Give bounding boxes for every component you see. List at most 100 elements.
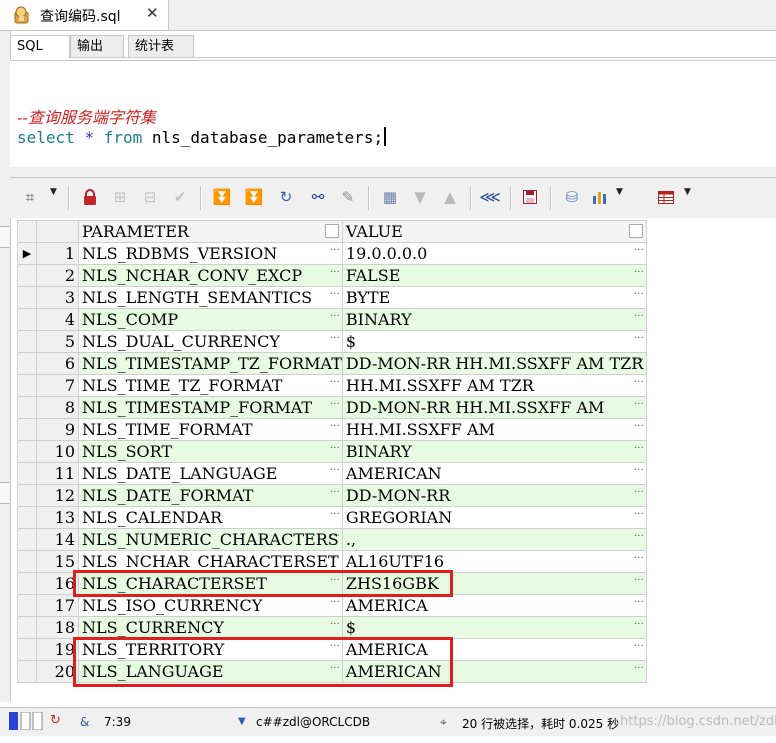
row-indicator-cell[interactable] xyxy=(17,462,37,485)
chevron-down-icon[interactable]: ▼ xyxy=(684,187,691,197)
tab-sql[interactable]: SQL xyxy=(10,35,70,58)
row-indicator-cell[interactable] xyxy=(17,396,37,419)
cell-value[interactable]: $… xyxy=(341,330,647,353)
row-number[interactable]: 5 xyxy=(36,330,79,353)
row-number[interactable]: 12 xyxy=(36,484,79,507)
tab-output[interactable]: 输出 xyxy=(70,35,124,57)
table-view-icon[interactable] xyxy=(654,185,678,209)
column-filter-button[interactable] xyxy=(628,224,643,238)
cell-editor-button[interactable]: … xyxy=(634,508,644,517)
cell-editor-button[interactable]: … xyxy=(634,618,644,627)
row-number[interactable]: 7 xyxy=(36,374,79,397)
row-indicator-cell[interactable] xyxy=(17,528,37,551)
cell-editor-button[interactable]: … xyxy=(330,486,340,495)
cell-value[interactable]: DD-MON-RR HH.MI.SSXFF AM… xyxy=(341,396,647,419)
row-indicator-cell[interactable] xyxy=(17,308,37,331)
row-number[interactable]: 1 xyxy=(36,242,79,265)
cell-value[interactable]: BINARY… xyxy=(341,308,647,331)
table-row[interactable]: 8 NLS_TIMESTAMP_FORMAT… DD-MON-RR HH.MI.SS… xyxy=(17,396,647,419)
query-by-example-icon[interactable]: ▦ xyxy=(378,185,402,209)
cell-parameter[interactable]: NLS_DUAL_CURRENCY… xyxy=(78,330,343,353)
table-row[interactable]: 14 NLS_NUMERIC_CHARACTERS….,… xyxy=(17,528,647,551)
cell-editor-button[interactable]: … xyxy=(330,508,340,517)
cell-editor-button[interactable]: … xyxy=(330,618,340,627)
next-record-icon[interactable]: ▼ xyxy=(408,185,432,209)
row-number[interactable]: 14 xyxy=(36,528,79,551)
cell-editor-button[interactable]: … xyxy=(634,662,644,671)
sql-editor[interactable]: --查询服务端字符集 select * from nls_database_pa… xyxy=(10,60,776,168)
cell-editor-button[interactable]: … xyxy=(634,552,644,561)
cell-parameter[interactable]: NLS_TIME_FORMAT… xyxy=(78,418,343,441)
cell-editor-button[interactable]: … xyxy=(330,398,340,407)
row-indicator-cell[interactable] xyxy=(17,572,37,595)
row-number[interactable]: 11 xyxy=(36,462,79,485)
row-number[interactable]: 18 xyxy=(36,616,79,639)
file-tab[interactable]: 查询编码.sql ✕ xyxy=(0,0,169,30)
table-row[interactable]: 4 NLS_COMP… BINARY… xyxy=(17,308,647,331)
row-indicator-cell[interactable] xyxy=(17,506,37,529)
cell-parameter[interactable]: NLS_RDBMS_VERSION… xyxy=(78,242,343,265)
row-indicator-cell[interactable] xyxy=(17,660,37,683)
close-icon[interactable]: ✕ xyxy=(146,4,159,22)
row-indicator-cell[interactable] xyxy=(17,594,37,617)
post-changes-icon[interactable]: ✔ xyxy=(168,185,192,209)
table-row[interactable]: 12 NLS_DATE_FORMAT… DD-MON-RR… xyxy=(17,484,647,507)
cell-parameter[interactable]: NLS_LENGTH_SEMANTICS… xyxy=(78,286,343,309)
cell-editor-button[interactable]: … xyxy=(634,596,644,605)
row-indicator-cell[interactable] xyxy=(17,330,37,353)
cell-parameter[interactable]: NLS_NCHAR_CONV_EXCP… xyxy=(78,264,343,287)
delete-row-icon[interactable]: ⊟ xyxy=(138,185,162,209)
table-row[interactable]: 3 NLS_LENGTH_SEMANTICS… BYTE… xyxy=(17,286,647,309)
cell-value[interactable]: HH.MI.SSXFF AM… xyxy=(341,418,647,441)
cell-editor-button[interactable]: … xyxy=(330,442,340,451)
cell-value[interactable]: DD-MON-RR HH.MI.SSXFF AM TZR… xyxy=(341,352,647,375)
connection-label[interactable]: c##zdl@ORCLCDB xyxy=(256,715,370,729)
table-row[interactable]: 10 NLS_SORT… BINARY… xyxy=(17,440,647,463)
cell-editor-button[interactable]: … xyxy=(330,530,340,539)
row-number[interactable]: 10 xyxy=(36,440,79,463)
cell-value[interactable]: HH.MI.SSXFF AM TZR… xyxy=(341,374,647,397)
cell-editor-button[interactable]: … xyxy=(330,354,340,363)
cell-editor-button[interactable]: … xyxy=(330,464,340,473)
row-number[interactable]: 9 xyxy=(36,418,79,441)
cell-editor-button[interactable]: … xyxy=(634,310,644,319)
row-indicator-cell[interactable] xyxy=(17,286,37,309)
grid-mode-icon[interactable]: ⌗ xyxy=(18,185,42,209)
cell-parameter[interactable]: NLS_DATE_FORMAT… xyxy=(78,484,343,507)
cell-editor-button[interactable]: … xyxy=(634,354,644,363)
cell-editor-button[interactable]: … xyxy=(330,266,340,275)
cell-editor-button[interactable]: … xyxy=(634,574,644,583)
clear-eraser-icon[interactable]: ✎ xyxy=(336,185,360,209)
cell-value[interactable]: GREGORIAN… xyxy=(341,506,647,529)
row-number[interactable]: 13 xyxy=(36,506,79,529)
tab-statistics[interactable]: 统计表 xyxy=(128,35,194,57)
cell-editor-button[interactable]: … xyxy=(634,332,644,341)
cell-editor-button[interactable]: … xyxy=(634,376,644,385)
find-binoculars-icon[interactable]: ⚯ xyxy=(306,185,330,209)
cell-value[interactable]: BINARY… xyxy=(341,440,647,463)
table-row[interactable]: 17 NLS_ISO_CURRENCY… AMERICA… xyxy=(17,594,647,617)
row-indicator-cell[interactable] xyxy=(17,616,37,639)
cell-editor-button[interactable]: … xyxy=(634,266,644,275)
table-row[interactable]: 13 NLS_CALENDAR… GREGORIAN… xyxy=(17,506,647,529)
row-number[interactable]: 3 xyxy=(36,286,79,309)
cell-value[interactable]: AMERICA… xyxy=(341,594,647,617)
row-indicator-cell[interactable] xyxy=(17,638,37,661)
row-indicator-cell[interactable]: ▶ xyxy=(17,242,37,265)
cell-editor-button[interactable]: … xyxy=(634,442,644,451)
table-row[interactable]: 9 NLS_TIME_FORMAT… HH.MI.SSXFF AM… xyxy=(17,418,647,441)
cell-editor-button[interactable]: … xyxy=(330,310,340,319)
cell-value[interactable]: 19.0.0.0.0… xyxy=(341,242,647,265)
previous-record-icon[interactable]: ▲ xyxy=(438,185,462,209)
lock-icon[interactable] xyxy=(78,185,102,209)
cell-editor-button[interactable]: … xyxy=(330,552,340,561)
table-row[interactable]: 11 NLS_DATE_LANGUAGE… AMERICAN… xyxy=(17,462,647,485)
chevron-down-icon[interactable]: ▼ xyxy=(616,187,623,197)
row-indicator-cell[interactable] xyxy=(17,440,37,463)
cell-parameter[interactable]: NLS_SORT… xyxy=(78,440,343,463)
cell-parameter[interactable]: NLS_COMP… xyxy=(78,308,343,331)
cell-parameter[interactable]: NLS_ISO_CURRENCY… xyxy=(78,594,343,617)
row-number[interactable]: 8 xyxy=(36,396,79,419)
row-indicator-cell[interactable] xyxy=(17,374,37,397)
cell-editor-button[interactable]: … xyxy=(634,398,644,407)
